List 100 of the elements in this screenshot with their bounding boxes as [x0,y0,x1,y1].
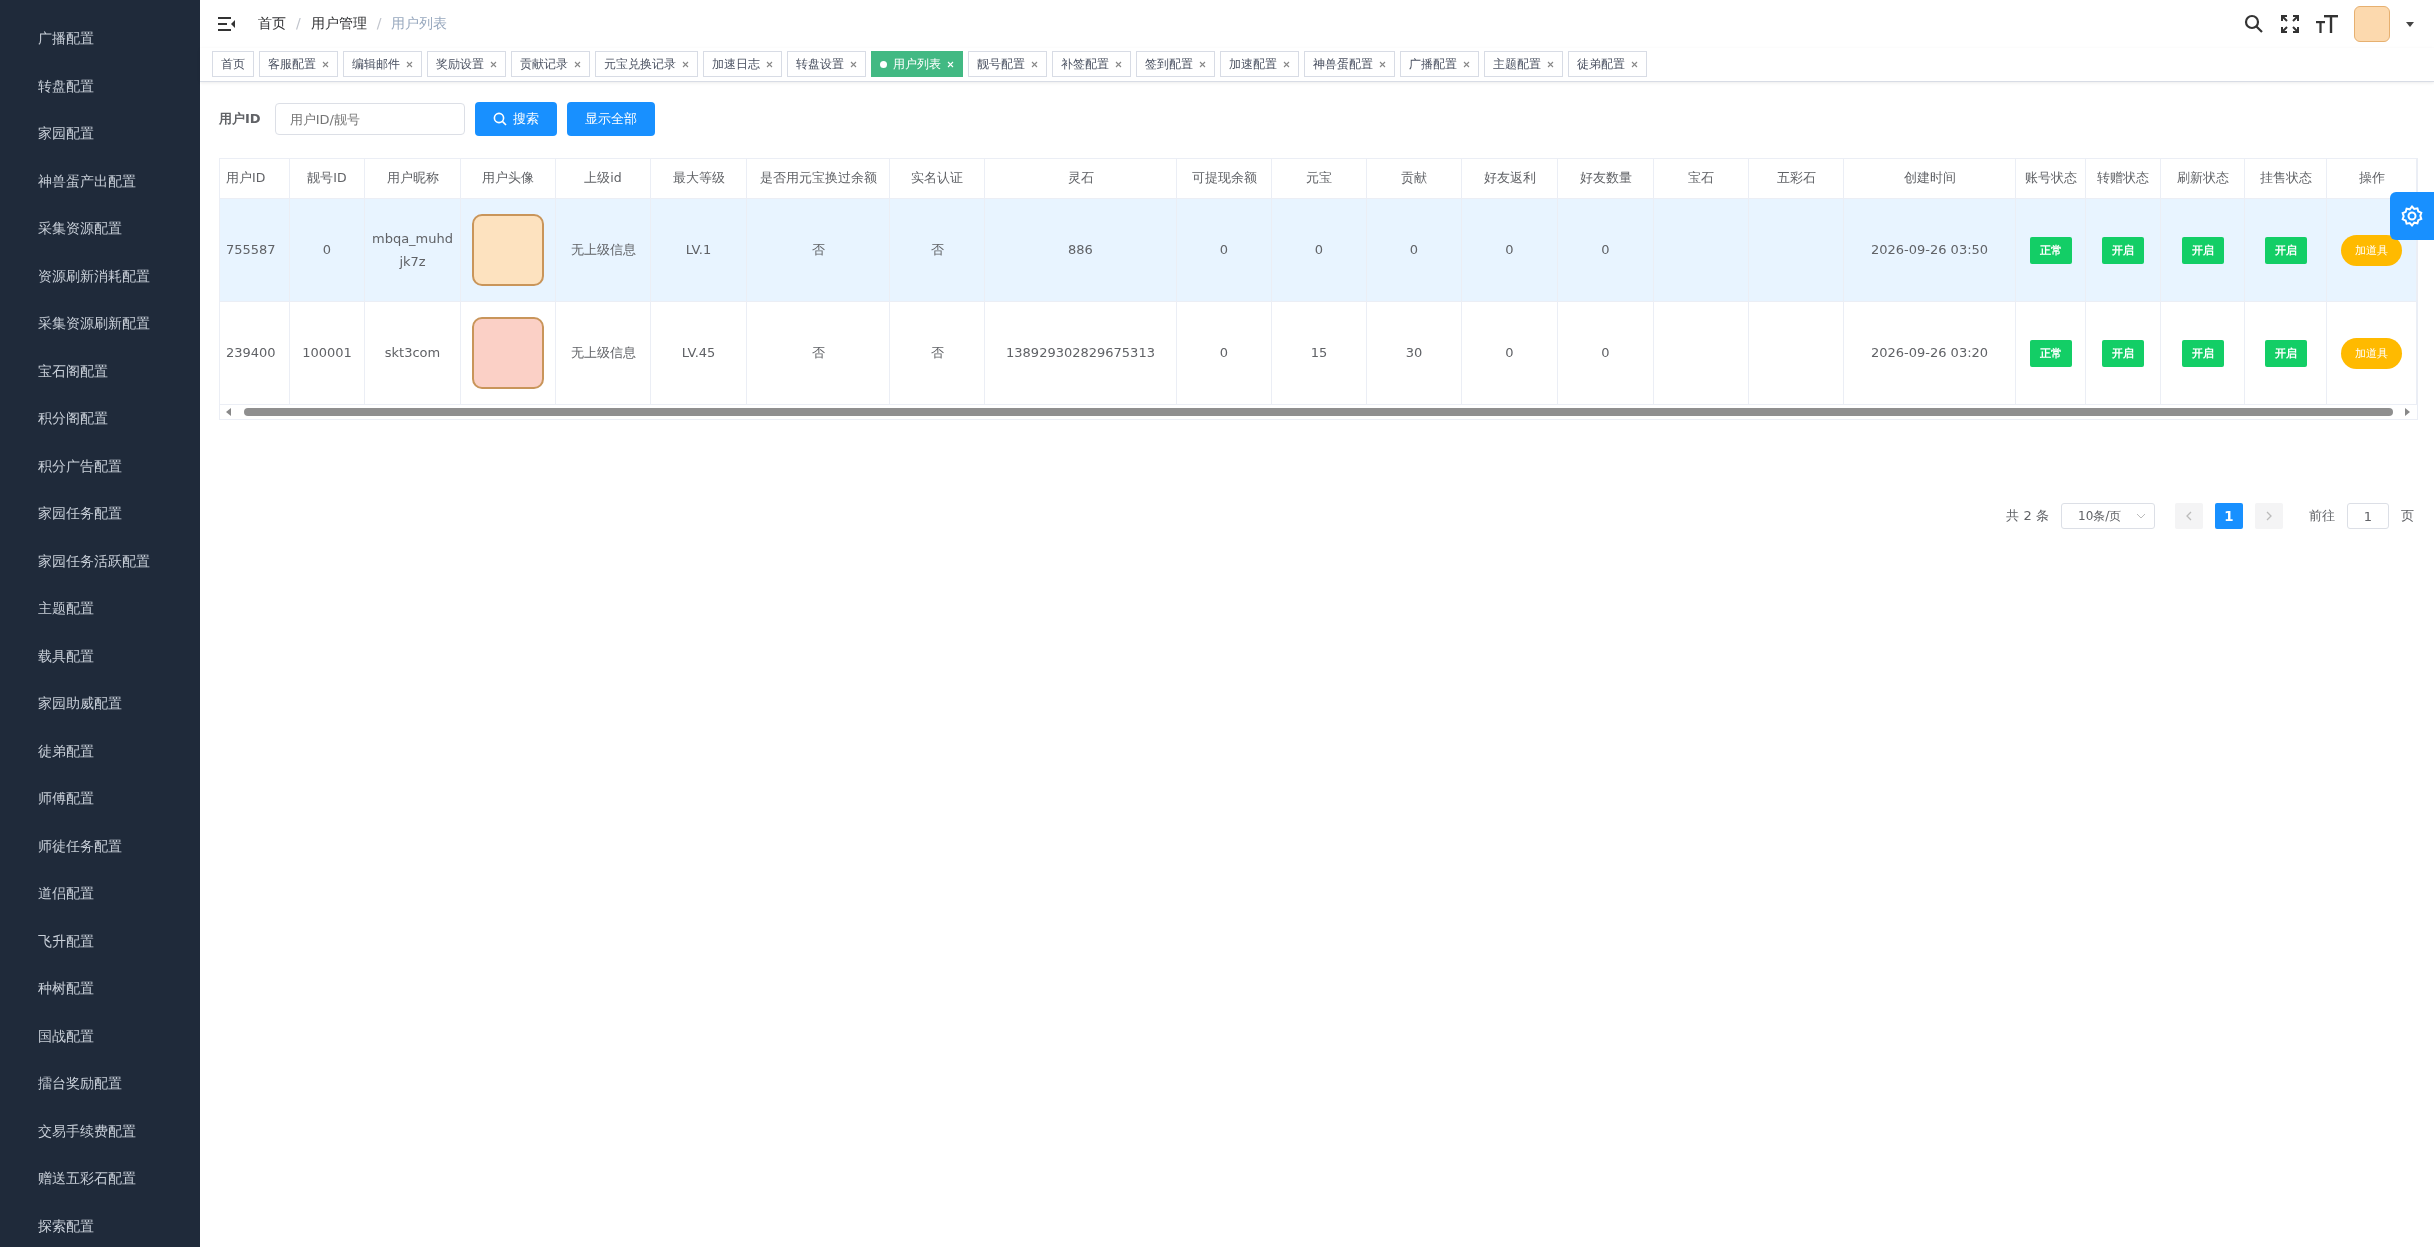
tab[interactable]: 客服配置 [259,51,338,77]
sidebar-item[interactable]: 赠送五彩石配置 [0,1155,200,1203]
search-icon[interactable] [2244,14,2264,34]
table-cell-text: 2026-09-26 03:50 [1870,241,1989,260]
search-icon [492,112,507,126]
sidebar-item[interactable]: 主题配置 [0,585,200,633]
close-icon[interactable] [1283,60,1290,68]
active-dot-icon [880,60,887,68]
tab[interactable]: 转盘设置 [787,51,866,77]
sidebar-item[interactable]: 积分广告配置 [0,442,200,490]
tab[interactable]: 徒弟配置 [1568,51,1647,77]
sidebar-item[interactable]: 师傅配置 [0,775,200,823]
table-cell-text: 138929302829675313 [1006,344,1155,363]
table-cell-text: LV.45 [681,344,716,363]
sidebar-item[interactable]: 徒弟配置 [0,727,200,775]
scroll-left-icon[interactable] [226,408,232,416]
page-size-select[interactable]: 10条/页 [2061,503,2155,529]
sidebar-item[interactable]: 家园配置 [0,110,200,158]
sidebar-item[interactable]: 交易手续费配置 [0,1107,200,1155]
table-cell-text: 0 [1601,344,1610,363]
tab[interactable]: 主题配置 [1484,51,1563,77]
tab[interactable]: 神兽蛋配置 [1304,51,1395,77]
breadcrumb-item[interactable]: 用户管理 [310,15,367,33]
table-cell-text: 0 [1314,241,1324,260]
tab[interactable]: 元宝兑换记录 [595,51,698,77]
settings-icon [2400,204,2424,228]
close-icon[interactable] [850,60,857,68]
table-cell-text: LV.1 [685,241,712,260]
close-icon[interactable] [1463,60,1470,68]
close-icon[interactable] [1547,60,1554,68]
sidebar-item[interactable]: 探索配置 [0,1202,200,1247]
settings-button[interactable] [2390,192,2434,240]
fullscreen-icon[interactable] [2280,14,2300,34]
goto-label: 前往 [2309,507,2335,525]
sidebar-item[interactable]: 师徒任务配置 [0,822,200,870]
table-cell-text: 239400 [226,344,276,363]
total-count: 共 2 条 [2006,507,2049,525]
tab[interactable]: 加速配置 [1220,51,1299,77]
sidebar-item[interactable]: 飞升配置 [0,917,200,965]
close-icon[interactable] [1199,60,1206,68]
sidebar-item[interactable]: 家园助威配置 [0,680,200,728]
close-icon[interactable] [682,60,689,68]
close-icon[interactable] [490,60,497,68]
sidebar-item[interactable]: 擂台奖励配置 [0,1060,200,1108]
menu-fold-icon[interactable] [218,16,236,32]
caret-down-icon[interactable] [2406,21,2414,27]
sidebar-item[interactable]: 载具配置 [0,632,200,680]
table-cell-text: 0 [1219,344,1229,363]
close-icon[interactable] [406,60,413,68]
table-cell-text: skt3com [384,344,441,363]
sidebar-item[interactable]: 采集资源配置 [0,205,200,253]
field-label: 用户ID [219,110,261,128]
breadcrumb-separator: / [296,15,301,33]
font-size-icon[interactable] [2316,14,2338,34]
table-cell-text: 2026-09-26 03:20 [1870,344,1989,363]
page-input[interactable]: 1 [2347,503,2389,529]
sidebar-item[interactable]: 种树配置 [0,965,200,1013]
page-suffix: 页 [2401,507,2414,525]
table-cell-text: 否 [930,241,944,260]
table-cell-text: 755587 [226,241,276,260]
table-cell-text: 30 [1405,344,1423,363]
close-icon[interactable] [766,60,773,68]
sidebar-item[interactable]: 道侣配置 [0,870,200,918]
close-icon[interactable] [1631,60,1638,68]
sidebar-item[interactable]: 积分阁配置 [0,395,200,443]
sidebar-item[interactable]: 国战配置 [0,1012,200,1060]
tab[interactable]: 广播配置 [1400,51,1479,77]
table-cell-text: 0 [1219,241,1229,260]
tab[interactable]: 首页 [212,51,254,77]
breadcrumb-item: 用户列表 [391,15,448,33]
table-cell-text: 0 [1505,241,1514,260]
table-cell-text: 否 [811,241,825,260]
sidebar-item[interactable]: 家园任务活跃配置 [0,537,200,585]
close-icon[interactable] [322,60,329,68]
tab[interactable]: 贡献记录 [511,51,590,77]
tab[interactable]: 签到配置 [1136,51,1215,77]
close-icon[interactable] [1379,60,1386,68]
tab[interactable]: 加速日志 [703,51,782,77]
tab[interactable]: 奖励设置 [427,51,506,77]
table-cell-text: 无上级信息 [570,344,636,363]
breadcrumb-item[interactable]: 首页 [258,15,286,33]
table-cell-text: 0 [1601,241,1610,260]
search-field[interactable]: 用户ID/靓号 [274,103,465,135]
sidebar-item[interactable]: 神兽蛋产出配置 [0,157,200,205]
table-cell-text: 886 [1068,241,1093,260]
sidebar-item[interactable]: 资源刷新消耗配置 [0,252,200,300]
tab[interactable]: 补签配置 [1052,51,1131,77]
sidebar-item[interactable]: 广播配置 [0,15,200,63]
sidebar-item[interactable]: 宝石阁配置 [0,347,200,395]
table-cell-text: 0 [322,241,332,260]
tab[interactable]: 靓号配置 [968,51,1047,77]
close-icon[interactable] [1115,60,1122,68]
sidebar-item[interactable]: 采集资源刷新配置 [0,300,200,348]
sidebar-item[interactable]: 转盘配置 [0,62,200,110]
close-icon[interactable] [1031,60,1038,68]
tab[interactable]: 编辑邮件 [343,51,422,77]
table-cell-text: 否 [930,344,944,363]
sidebar-item[interactable]: 家园任务配置 [0,490,200,538]
close-icon[interactable] [574,60,581,68]
scroll-right-icon[interactable] [2405,408,2411,416]
